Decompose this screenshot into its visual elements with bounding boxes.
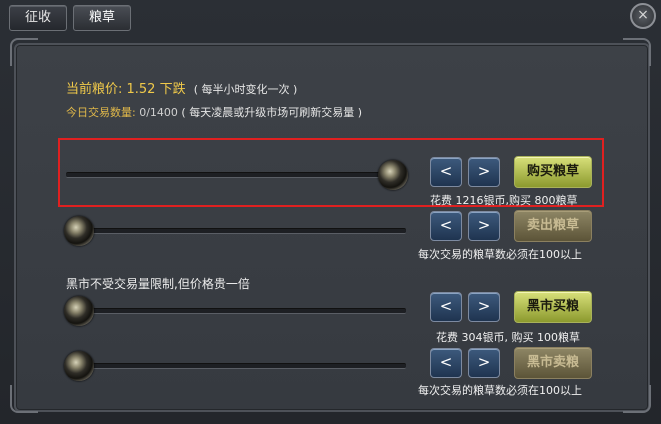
trade-count: 0/1400 [139, 106, 178, 119]
buy-cost-text: 花费 1216银币,购买 800粮草 [430, 194, 578, 207]
tab-grain[interactable]: 粮草 [73, 5, 131, 31]
corner-ornament [10, 38, 38, 66]
trade-quantity: 今日交易数量: 0/1400 ( 每天凌晨或升级市场可刷新交易量 ) [66, 104, 362, 120]
black-buy-decrease-button[interactable]: < [430, 292, 462, 322]
close-icon[interactable]: × [630, 3, 656, 29]
black-market-note: 黑市不受交易量限制,但价格贵一倍 [66, 277, 250, 291]
black-sell-slider-track[interactable] [66, 363, 406, 369]
price-note: ( 每半小时变化一次 ) [193, 83, 298, 96]
sell-slider-handle[interactable] [64, 216, 94, 246]
sell-requirement-text: 每次交易的粮草数必须在100以上 [418, 248, 582, 261]
buy-grain-button[interactable]: 购买粮草 [514, 156, 592, 188]
black-sell-increase-button[interactable]: > [468, 348, 500, 378]
tab-collect[interactable]: 征收 [9, 5, 67, 31]
corner-ornament [623, 38, 651, 66]
buy-slider-track[interactable] [66, 172, 406, 178]
buy-slider-handle[interactable] [378, 160, 408, 190]
price-trend: 下跌 [159, 82, 186, 97]
black-buy-slider-track[interactable] [66, 308, 406, 314]
corner-ornament [623, 385, 651, 413]
trade-note: ( 每天凌晨或升级市场可刷新交易量 ) [181, 106, 362, 119]
buy-decrease-button[interactable]: < [430, 157, 462, 187]
trade-label: 今日交易数量: [66, 106, 136, 119]
black-sell-slider-handle[interactable] [64, 351, 94, 381]
black-market-buy-button[interactable]: 黑市买粮 [514, 291, 592, 323]
sell-grain-button[interactable]: 卖出粮草 [514, 210, 592, 242]
black-sell-decrease-button[interactable]: < [430, 348, 462, 378]
sell-slider-track[interactable] [66, 228, 406, 234]
black-buy-increase-button[interactable]: > [468, 292, 500, 322]
buy-increase-button[interactable]: > [468, 157, 500, 187]
corner-ornament [10, 385, 38, 413]
black-buy-cost-text: 花费 304银币, 购买 100粮草 [436, 331, 580, 344]
price-label: 当前粮价: 1.52 [66, 82, 156, 97]
black-buy-slider-handle[interactable] [64, 296, 94, 326]
sell-decrease-button[interactable]: < [430, 211, 462, 241]
current-price: 当前粮价: 1.52 下跌 ( 每半小时变化一次 ) [66, 78, 297, 97]
sell-increase-button[interactable]: > [468, 211, 500, 241]
black-sell-requirement-text: 每次交易的粮草数必须在100以上 [418, 384, 582, 397]
black-market-sell-button[interactable]: 黑市卖粮 [514, 347, 592, 379]
